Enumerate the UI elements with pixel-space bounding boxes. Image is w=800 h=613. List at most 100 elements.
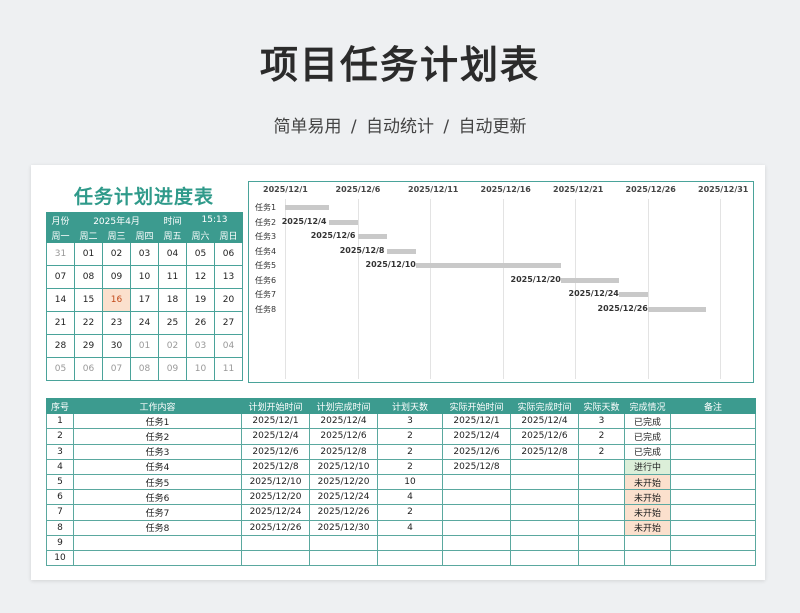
table-cell[interactable]: 2: [377, 504, 443, 521]
table-cell[interactable]: [670, 519, 756, 536]
table-cell[interactable]: 4: [377, 489, 443, 506]
calendar-day[interactable]: 19: [186, 288, 216, 312]
table-cell[interactable]: 任务2: [73, 428, 242, 445]
table-cell[interactable]: 2025/12/1: [241, 413, 310, 430]
table-cell[interactable]: 10: [377, 473, 443, 491]
table-cell[interactable]: 2025/12/24: [309, 489, 378, 506]
calendar-day[interactable]: 07: [46, 265, 75, 289]
calendar-day[interactable]: 18: [158, 288, 188, 312]
table-cell[interactable]: [510, 519, 579, 536]
table-cell[interactable]: 1: [46, 413, 74, 430]
calendar-day[interactable]: 11: [158, 265, 188, 289]
status-cell[interactable]: 已完成: [624, 413, 671, 430]
calendar-day[interactable]: 03: [129, 242, 160, 266]
table-cell[interactable]: [442, 473, 511, 491]
table-cell[interactable]: [241, 534, 310, 551]
calendar-day[interactable]: 22: [74, 311, 103, 335]
table-cell[interactable]: 任务1: [73, 413, 242, 430]
table-cell[interactable]: [578, 458, 625, 475]
table-cell[interactable]: [510, 549, 579, 567]
table-cell[interactable]: 2025/12/4: [510, 413, 579, 430]
calendar-day[interactable]: 07: [102, 357, 131, 381]
calendar-day[interactable]: 06: [74, 357, 103, 381]
table-cell[interactable]: 2025/12/4: [442, 428, 511, 445]
table-cell[interactable]: [670, 413, 756, 430]
table-cell[interactable]: 2025/12/8: [309, 443, 378, 460]
table-cell[interactable]: 任务5: [73, 473, 242, 491]
table-cell[interactable]: 9: [46, 534, 74, 551]
table-cell[interactable]: [309, 549, 378, 567]
table-cell[interactable]: [510, 504, 579, 521]
table-cell[interactable]: [510, 534, 579, 551]
table-cell[interactable]: [510, 458, 579, 475]
calendar-day[interactable]: 08: [129, 357, 160, 381]
table-cell[interactable]: 2: [46, 428, 74, 445]
table-cell[interactable]: 2025/12/24: [241, 504, 310, 521]
calendar-day[interactable]: 17: [129, 288, 160, 312]
table-cell[interactable]: 8: [46, 519, 74, 536]
calendar-day[interactable]: 11: [214, 357, 244, 381]
table-cell[interactable]: 任务8: [73, 519, 242, 536]
calendar-day[interactable]: 08: [74, 265, 103, 289]
status-cell[interactable]: 已完成: [624, 428, 671, 445]
month-value[interactable]: 2025年4月: [73, 212, 160, 228]
calendar-day[interactable]: 16: [102, 288, 131, 312]
status-cell[interactable]: 已完成: [624, 443, 671, 460]
table-cell[interactable]: 2025/12/10: [309, 458, 378, 475]
table-cell[interactable]: 2025/12/8: [241, 458, 310, 475]
table-cell[interactable]: [670, 428, 756, 445]
table-cell[interactable]: 任务6: [73, 489, 242, 506]
table-cell[interactable]: 2025/12/4: [241, 428, 310, 445]
table-cell[interactable]: [73, 549, 242, 567]
table-cell[interactable]: 任务3: [73, 443, 242, 460]
calendar-day[interactable]: 15: [74, 288, 103, 312]
table-cell[interactable]: [241, 549, 310, 567]
calendar-day[interactable]: 03: [186, 334, 216, 358]
calendar-day[interactable]: 30: [102, 334, 131, 358]
table-cell[interactable]: 2: [377, 443, 443, 460]
calendar-day[interactable]: 26: [186, 311, 216, 335]
table-cell[interactable]: 4: [377, 519, 443, 536]
calendar-day[interactable]: 01: [129, 334, 160, 358]
table-cell[interactable]: [670, 489, 756, 506]
calendar-day[interactable]: 24: [129, 311, 160, 335]
table-cell[interactable]: [510, 473, 579, 491]
calendar-day[interactable]: 23: [102, 311, 131, 335]
table-cell[interactable]: [578, 549, 625, 567]
table-cell[interactable]: [442, 504, 511, 521]
table-cell[interactable]: 3: [377, 413, 443, 430]
table-cell[interactable]: 4: [46, 458, 74, 475]
table-cell[interactable]: 2: [377, 458, 443, 475]
calendar-day[interactable]: 21: [46, 311, 75, 335]
calendar-day[interactable]: 04: [214, 334, 244, 358]
table-cell[interactable]: 2025/12/6: [241, 443, 310, 460]
status-cell[interactable]: 未开始: [624, 473, 671, 491]
calendar-day[interactable]: 09: [102, 265, 131, 289]
table-cell[interactable]: [377, 549, 443, 567]
calendar-day[interactable]: 10: [129, 265, 160, 289]
table-cell[interactable]: 6: [46, 489, 74, 506]
table-cell[interactable]: [309, 534, 378, 551]
table-cell[interactable]: 2: [578, 443, 625, 460]
calendar-day[interactable]: 09: [158, 357, 188, 381]
calendar-day[interactable]: 10: [186, 357, 216, 381]
table-cell[interactable]: 10: [46, 549, 74, 567]
table-cell[interactable]: 2025/12/10: [241, 473, 310, 491]
table-cell[interactable]: 2025/12/26: [309, 504, 378, 521]
table-cell[interactable]: [578, 489, 625, 506]
status-cell[interactable]: 未开始: [624, 519, 671, 536]
status-cell[interactable]: [624, 534, 671, 551]
calendar-day[interactable]: 05: [46, 357, 75, 381]
table-cell[interactable]: [578, 504, 625, 521]
table-cell[interactable]: [670, 504, 756, 521]
table-cell[interactable]: 2025/12/6: [442, 443, 511, 460]
table-cell[interactable]: [578, 519, 625, 536]
calendar-day[interactable]: 02: [158, 334, 188, 358]
calendar-day[interactable]: 20: [214, 288, 244, 312]
status-cell[interactable]: [624, 549, 671, 567]
table-cell[interactable]: 3: [578, 413, 625, 430]
table-cell[interactable]: 2025/12/20: [309, 473, 378, 491]
table-cell[interactable]: 2025/12/8: [510, 443, 579, 460]
table-cell[interactable]: 任务4: [73, 458, 242, 475]
status-cell[interactable]: 未开始: [624, 504, 671, 521]
